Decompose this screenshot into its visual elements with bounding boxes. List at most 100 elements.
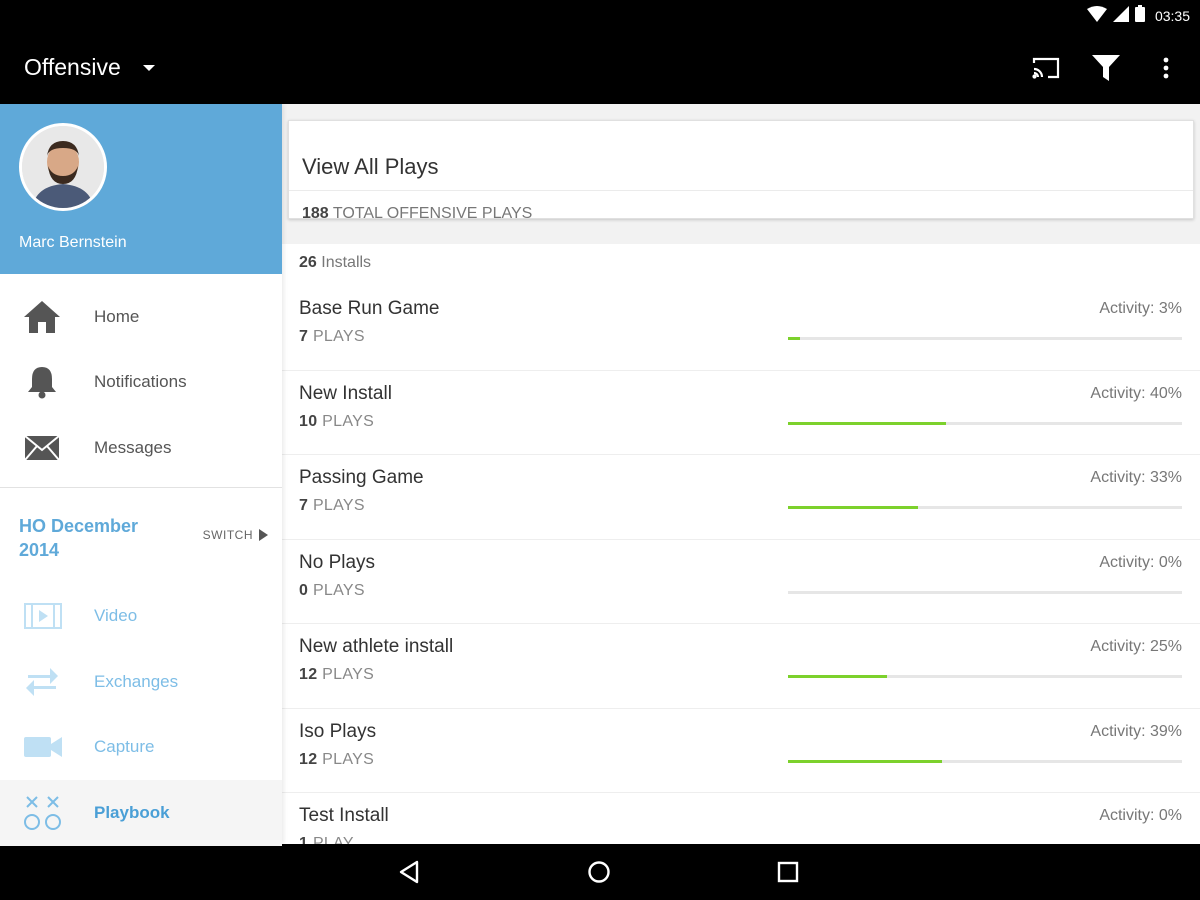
wifi-icon	[1086, 5, 1107, 27]
nav-item-label: Exchanges	[94, 671, 179, 691]
envelope-icon	[0, 434, 94, 461]
home-button-icon[interactable]	[585, 858, 613, 886]
switch-label: SWITCH	[202, 527, 253, 542]
install-row[interactable]: Test Install 1 PLAY Activity: 0%	[282, 793, 1200, 844]
install-plays: 0 PLAYS	[299, 582, 365, 600]
status-time: 03:35	[1154, 8, 1190, 24]
install-plays-count: 7	[299, 328, 309, 345]
overflow-menu-icon[interactable]	[1150, 52, 1182, 84]
install-activity: Activity: 0%	[1099, 807, 1182, 824]
activity-bar-fill	[788, 675, 887, 678]
install-plays-count: 12	[299, 666, 318, 683]
nav-item-playbook[interactable]: Playbook	[0, 780, 282, 846]
install-row[interactable]: New athlete install 12 PLAYS Activity: 25%	[282, 624, 1200, 709]
install-plays-label: PLAYS	[322, 750, 375, 768]
nav-item-label: Messages	[94, 437, 172, 457]
video-icon	[0, 603, 94, 630]
install-row[interactable]: No Plays 0 PLAYS Activity: 0%	[282, 540, 1200, 624]
camera-icon	[0, 735, 94, 759]
nav-item-label: Capture	[94, 737, 155, 757]
activity-bar-fill	[788, 759, 942, 763]
cast-icon[interactable]	[1030, 52, 1062, 84]
nav-item-notifications[interactable]: Notifications	[0, 350, 282, 416]
main-nav: Home Notifications Messages	[0, 274, 282, 481]
avatar[interactable]	[19, 123, 107, 211]
install-name: Iso Plays	[299, 720, 377, 742]
activity-bar-track	[788, 506, 1182, 509]
toolbar-title: Offensive	[24, 54, 121, 80]
user-name: Marc Bernstein	[19, 234, 127, 251]
install-plays-label: PLAYS	[312, 581, 365, 599]
install-plays-count: 1	[299, 835, 309, 844]
install-name: No Plays	[299, 551, 376, 573]
drawer-header: Marc Bernstein	[0, 104, 282, 274]
installs-count: 26	[299, 254, 317, 271]
install-plays: 12 PLAYS	[299, 751, 374, 769]
install-plays-count: 0	[299, 581, 309, 599]
playbook-type-dropdown[interactable]: Offensive	[24, 54, 155, 81]
nav-item-capture[interactable]: Capture	[0, 715, 282, 781]
install-plays: 10 PLAYS	[299, 413, 374, 431]
activity-bar-track	[788, 675, 1182, 678]
installs-header: 26 Installs	[299, 254, 371, 272]
install-row[interactable]: Passing Game 7 PLAYS Activity: 33%	[282, 455, 1200, 540]
activity-bar-fill	[788, 337, 800, 340]
card-divider	[289, 190, 1193, 191]
system-nav-bar	[0, 844, 1200, 900]
nav-item-messages[interactable]: Messages	[0, 415, 282, 481]
install-row[interactable]: New Install 10 PLAYS Activity: 40%	[282, 371, 1200, 455]
install-plays-count: 12	[299, 750, 318, 768]
install-plays-count: 7	[299, 497, 309, 514]
install-plays: 7 PLAYS	[299, 328, 365, 346]
bell-icon	[0, 365, 94, 399]
install-plays-label: PLAYS	[322, 412, 375, 430]
install-plays-count: 10	[299, 412, 318, 430]
filter-icon[interactable]	[1090, 52, 1122, 84]
total-plays-label: 188 TOTAL OFFENSIVE PLAYS	[302, 205, 532, 223]
install-name: Passing Game	[299, 467, 424, 488]
install-plays: 1 PLAY	[299, 835, 354, 844]
nav-item-video[interactable]: Video	[0, 584, 282, 650]
view-all-plays-card[interactable]: View All Plays 188 TOTAL OFFENSIVE PLAYS	[288, 120, 1194, 222]
card-title: View All Plays	[302, 154, 439, 179]
nav-item-exchanges[interactable]: Exchanges	[0, 649, 282, 715]
install-plays-label: PLAY	[312, 835, 354, 844]
install-activity: Activity: 33%	[1090, 469, 1182, 486]
activity-bar-track	[788, 590, 1182, 594]
nav-item-label: Notifications	[94, 372, 187, 392]
activity-bar-fill	[788, 506, 919, 509]
activity-bar-track	[788, 337, 1182, 340]
back-icon[interactable]	[395, 858, 423, 886]
team-section: HO December 2014 SWITCH	[0, 488, 282, 584]
exchanges-icon	[0, 664, 94, 700]
recents-icon[interactable]	[774, 858, 802, 886]
install-plays: 7 PLAYS	[299, 497, 365, 515]
install-row[interactable]: Iso Plays 12 PLAYS Activity: 39%	[282, 709, 1200, 793]
navigation-drawer: Marc Bernstein Home Notifications Messag…	[0, 104, 282, 846]
install-activity: Activity: 3%	[1099, 300, 1182, 317]
install-name: Base Run Game	[299, 298, 440, 319]
install-activity: Activity: 40%	[1090, 384, 1182, 402]
activity-bar-fill	[788, 421, 946, 425]
toolbar: Offensive	[0, 32, 1200, 104]
team-name: HO December 2014	[19, 515, 139, 560]
team-nav: Video Exchanges Capture Playbook	[0, 584, 282, 846]
install-activity: Activity: 0%	[1099, 553, 1182, 571]
install-row[interactable]: Base Run Game 7 PLAYS Activity: 3%	[282, 286, 1200, 371]
install-name: Test Install	[299, 805, 389, 826]
install-plays: 12 PLAYS	[299, 666, 374, 684]
activity-bar-track	[788, 759, 1182, 763]
install-plays-label: PLAYS	[312, 497, 365, 514]
signal-icon	[1112, 5, 1129, 27]
nav-item-label: Video	[94, 606, 138, 626]
total-plays-text: TOTAL OFFENSIVE PLAYS	[332, 205, 533, 222]
nav-item-home[interactable]: Home	[0, 284, 282, 350]
nav-item-label: Home	[94, 306, 140, 326]
install-activity: Activity: 39%	[1090, 722, 1182, 740]
play-arrow-icon	[259, 528, 268, 541]
switch-team-button[interactable]: SWITCH	[203, 528, 268, 542]
install-name: New athlete install	[299, 636, 454, 657]
install-plays-label: PLAYS	[322, 666, 375, 683]
main-content: View All Plays 188 TOTAL OFFENSIVE PLAYS…	[282, 104, 1200, 844]
activity-bar-track	[788, 421, 1182, 425]
